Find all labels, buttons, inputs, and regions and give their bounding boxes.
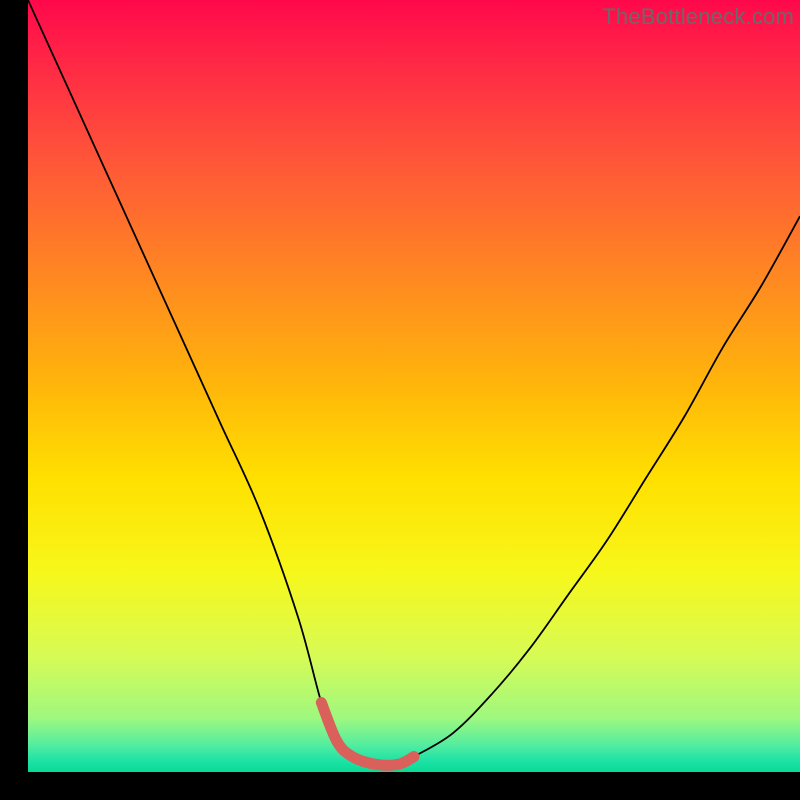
chart-svg (28, 0, 800, 772)
gradient-background (28, 0, 800, 772)
plot-area: TheBottleneck.com (28, 0, 800, 772)
chart-frame: TheBottleneck.com (0, 0, 800, 800)
watermark-text: TheBottleneck.com (602, 4, 794, 30)
